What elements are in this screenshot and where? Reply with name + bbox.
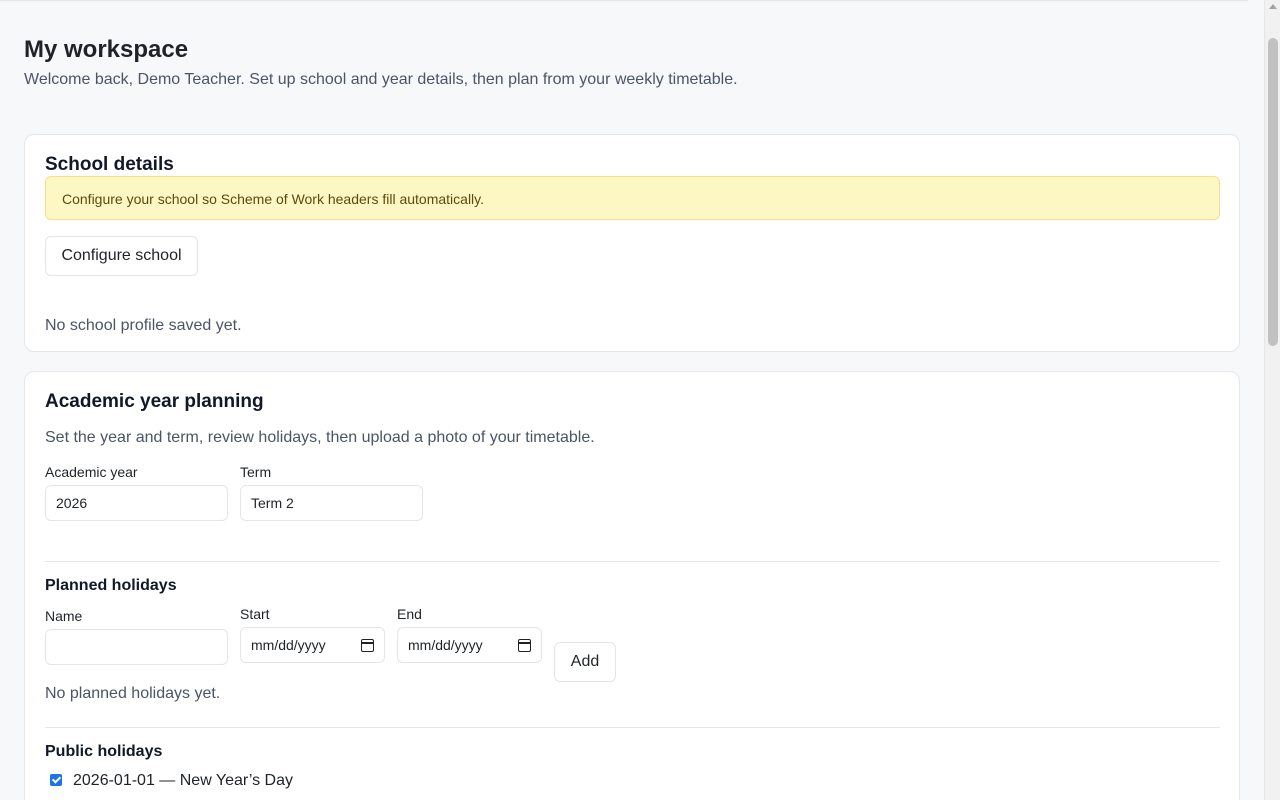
- holiday-end-date-input[interactable]: mm/dd/yyyy: [397, 627, 542, 663]
- academic-year-description: Set the year and term, review holidays, …: [45, 429, 595, 446]
- academic-year-title: Academic year planning: [45, 391, 264, 412]
- academic-year-label: Academic year: [45, 464, 138, 480]
- holiday-name-input[interactable]: [45, 629, 228, 665]
- academic-year-input[interactable]: [45, 485, 228, 521]
- scrollbar-thumb[interactable]: [1268, 38, 1278, 346]
- public-holiday-label: 2026-01-01 — New Year’s Day: [73, 772, 293, 789]
- planned-holidays-empty-text: No planned holidays yet.: [45, 685, 221, 702]
- holiday-name-label: Name: [45, 608, 83, 624]
- public-holidays-title: Public holidays: [45, 743, 163, 760]
- school-empty-text: No school profile saved yet.: [45, 317, 242, 334]
- school-config-alert: Configure your school so Scheme of Work …: [45, 176, 1220, 220]
- page-title: My workspace: [24, 36, 189, 63]
- term-input[interactable]: [240, 485, 423, 521]
- planned-holidays-title: Planned holidays: [45, 577, 177, 594]
- top-divider: [0, 0, 1248, 1]
- academic-year-card: Academic year planning Set the year and …: [24, 371, 1240, 800]
- holiday-end-label: End: [397, 606, 422, 622]
- school-details-title: School details: [45, 154, 174, 175]
- holiday-end-placeholder: mm/dd/yyyy: [408, 637, 483, 653]
- scroll-up-icon[interactable]: [1269, 4, 1277, 9]
- main-content: My workspace Welcome back, Demo Teacher.…: [0, 0, 1264, 800]
- school-details-card: School details Configure your school so …: [24, 134, 1240, 352]
- public-holiday-checkbox[interactable]: [50, 774, 62, 786]
- calendar-icon[interactable]: [518, 638, 531, 652]
- holiday-start-date-input[interactable]: mm/dd/yyyy: [240, 627, 385, 663]
- add-holiday-button[interactable]: Add: [554, 642, 616, 682]
- configure-school-button[interactable]: Configure school: [45, 236, 198, 276]
- section-divider: [45, 727, 1220, 728]
- section-divider: [45, 561, 1220, 562]
- holiday-start-label: Start: [240, 606, 270, 622]
- holiday-start-placeholder: mm/dd/yyyy: [251, 637, 326, 653]
- vertical-scrollbar[interactable]: [1264, 0, 1280, 800]
- term-label: Term: [240, 464, 272, 480]
- page-subtitle: Welcome back, Demo Teacher. Set up schoo…: [24, 71, 738, 88]
- calendar-icon[interactable]: [361, 638, 374, 652]
